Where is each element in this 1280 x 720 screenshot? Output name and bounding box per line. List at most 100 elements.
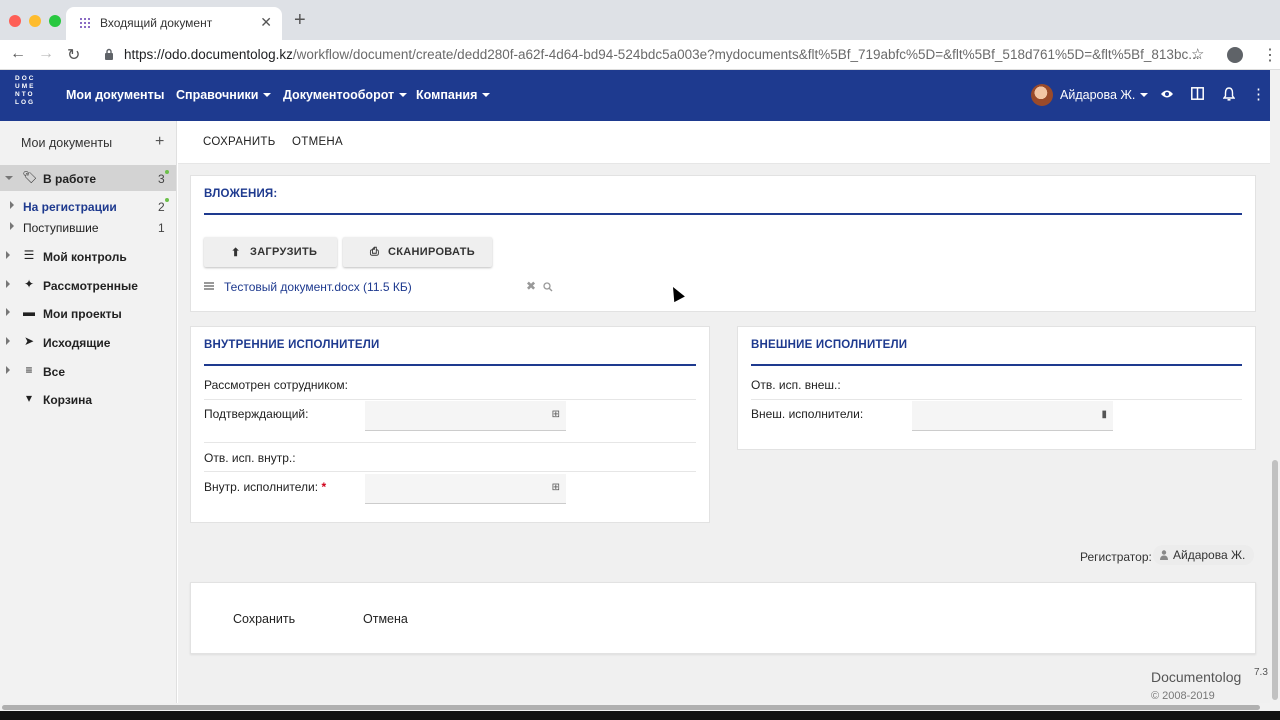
user-menu[interactable]: Айдарова Ж. xyxy=(1060,88,1149,102)
window-maximize-button[interactable] xyxy=(49,15,61,27)
expand-arrow-icon[interactable] xyxy=(6,366,10,374)
expand-arrow-icon[interactable] xyxy=(10,222,14,230)
logo-line: DOC xyxy=(15,75,36,82)
sidebar-item-my-projects[interactable]: ▬ Мои проекты xyxy=(0,300,176,326)
expand-arrow-icon[interactable] xyxy=(6,280,10,288)
sidebar-item-label: На регистрации xyxy=(23,200,117,214)
window-close-button[interactable] xyxy=(9,15,21,27)
forward-icon[interactable]: → xyxy=(38,45,54,63)
collapse-arrow-icon[interactable] xyxy=(5,176,13,180)
sidebar: Мои документы + 🏷︎ В работе 3 На регистр… xyxy=(0,121,177,711)
url-field[interactable]: https://odo.documentolog.kz/workflow/doc… xyxy=(124,47,1199,62)
logo[interactable]: DOC UME NTO LOG xyxy=(15,75,47,117)
sidebar-item-outgoing[interactable]: ➤ Исходящие xyxy=(0,329,176,355)
menu-label: Справочники xyxy=(176,88,259,102)
expand-arrow-icon[interactable] xyxy=(10,201,14,209)
bell-icon[interactable] xyxy=(1223,87,1235,101)
bottom-save-button[interactable]: Сохранить xyxy=(233,612,295,626)
cancel-button[interactable]: ОТМЕНА xyxy=(292,136,343,148)
add-icon[interactable]: + xyxy=(155,133,164,151)
scan-button[interactable]: ⎙ СКАНИРОВАТЬ xyxy=(343,237,492,267)
window-bottom-edge xyxy=(0,711,1280,720)
vertical-scroll-thumb[interactable] xyxy=(1272,460,1278,700)
divider xyxy=(751,399,1242,400)
logo-line: UME xyxy=(15,83,36,90)
more-vert-icon[interactable]: ⋮ xyxy=(1251,85,1266,103)
browser-tab[interactable]: Входящий документ ✕ xyxy=(66,7,282,40)
bottom-cancel-button[interactable]: Отмена xyxy=(363,612,408,626)
sidebar-item-trash[interactable]: ▾ Корзина xyxy=(0,386,176,412)
external-executors-label: Внеш. исполнители: xyxy=(751,407,864,421)
user-name: Айдарова Ж. xyxy=(1060,88,1136,102)
sidebar-title: Мои документы xyxy=(21,136,113,150)
new-tab-icon[interactable]: + xyxy=(294,10,306,30)
menu-workflow[interactable]: Документооборот xyxy=(283,88,408,102)
menu-label: Мои документы xyxy=(66,88,165,102)
internal-executors-input[interactable]: ⊞ xyxy=(365,474,566,504)
confirming-input[interactable]: ⊞ xyxy=(365,401,566,431)
back-icon[interactable]: ← xyxy=(10,45,26,63)
divider xyxy=(751,364,1242,366)
menu-company[interactable]: Компания xyxy=(416,88,491,102)
reviewed-by-label: Рассмотрен сотрудником: xyxy=(204,378,348,392)
sidebar-item-label: В работе xyxy=(43,172,96,186)
browser-tab-bar: Входящий документ ✕ + xyxy=(0,0,1280,40)
label-text: Внутр. исполнители: xyxy=(204,480,319,494)
sidebar-item-in-work[interactable]: 🏷︎ В работе 3 xyxy=(0,165,176,191)
reload-icon[interactable]: ↻ xyxy=(67,45,80,65)
divider xyxy=(204,442,696,443)
sidebar-item-incoming[interactable]: Поступившие 1 xyxy=(0,214,176,240)
sidebar-item-all[interactable]: ≡ Все xyxy=(0,358,176,384)
external-executors-card: ВНЕШНИЕ ИСПОЛНИТЕЛИ Отв. исп. внеш.: Вне… xyxy=(737,326,1256,450)
divider xyxy=(204,213,1242,215)
scan-button-label: СКАНИРОВАТЬ xyxy=(388,246,475,258)
print-icon: ⎙ xyxy=(370,246,380,258)
search-icon[interactable] xyxy=(543,282,553,292)
user-icon xyxy=(1160,550,1168,560)
sidebar-item-reviewed[interactable]: ✦ Рассмотренные xyxy=(0,272,176,298)
tab-title: Входящий документ xyxy=(100,16,213,30)
avatar[interactable] xyxy=(1031,84,1053,106)
bottom-actions-card: Сохранить Отмена xyxy=(190,582,1256,654)
registrar-name: Айдарова Ж. xyxy=(1173,548,1246,562)
upload-button-label: ЗАГРУЗИТЬ xyxy=(250,246,318,258)
sidebar-item-count: 1 xyxy=(158,221,165,235)
eye-icon[interactable] xyxy=(1160,89,1174,99)
remove-icon[interactable]: ✖ xyxy=(526,279,536,293)
external-executors-title: ВНЕШНИЕ ИСПОЛНИТЕЛИ xyxy=(751,339,908,351)
external-executors-input[interactable]: ▮ xyxy=(912,401,1113,431)
registrar-chip[interactable]: Айдарова Ж. xyxy=(1153,545,1255,565)
sidebar-item-label: Все xyxy=(43,365,66,379)
drag-handle-icon[interactable] xyxy=(204,282,214,290)
bookmark-star-icon[interactable]: ☆ xyxy=(1191,45,1204,63)
columns-icon[interactable] xyxy=(1191,87,1204,100)
attachment-link[interactable]: Тестовый документ.docx (11.5 КБ) xyxy=(224,280,412,294)
sidebar-item-my-control[interactable]: ☰ Мой контроль xyxy=(0,243,176,269)
tab-close-icon[interactable]: ✕ xyxy=(260,14,272,31)
browser-menu-icon[interactable]: ⋮ xyxy=(1262,45,1278,65)
footer-version: 7.3 xyxy=(1254,667,1268,678)
caret-down-icon xyxy=(399,93,408,97)
horizontal-scroll-thumb[interactable] xyxy=(2,705,1260,710)
address-book-icon[interactable]: ▮ xyxy=(1101,409,1107,420)
sidebar-item-count: 3 xyxy=(158,172,165,186)
save-button[interactable]: СОХРАНИТЬ xyxy=(203,136,276,148)
toolbar: СОХРАНИТЬ ОТМЕНА xyxy=(178,121,1270,164)
footer-copyright: © 2008-2019 xyxy=(1151,690,1215,702)
org-tree-icon[interactable]: ⊞ xyxy=(552,409,560,420)
caret-down-icon xyxy=(1140,93,1149,97)
expand-arrow-icon[interactable] xyxy=(6,251,10,259)
expand-arrow-icon[interactable] xyxy=(6,337,10,345)
window-minimize-button[interactable] xyxy=(29,15,41,27)
attachments-card: ВЛОЖЕНИЯ: ⬆ ЗАГРУЗИТЬ ⎙ СКАНИРОВАТЬ Тест… xyxy=(190,175,1256,312)
profile-icon[interactable] xyxy=(1227,47,1243,63)
upload-button[interactable]: ⬆ ЗАГРУЗИТЬ xyxy=(204,237,337,267)
internal-executors-label: Внутр. исполнители: * xyxy=(204,480,326,494)
sidebar-item-label: Исходящие xyxy=(43,336,111,350)
org-tree-icon[interactable]: ⊞ xyxy=(552,482,560,493)
expand-arrow-icon[interactable] xyxy=(6,308,10,316)
app-header: DOC UME NTO LOG Мои документы Справочник… xyxy=(0,70,1270,121)
divider xyxy=(204,471,696,472)
menu-directories[interactable]: Справочники xyxy=(176,88,272,102)
menu-my-documents[interactable]: Мои документы xyxy=(66,88,164,102)
